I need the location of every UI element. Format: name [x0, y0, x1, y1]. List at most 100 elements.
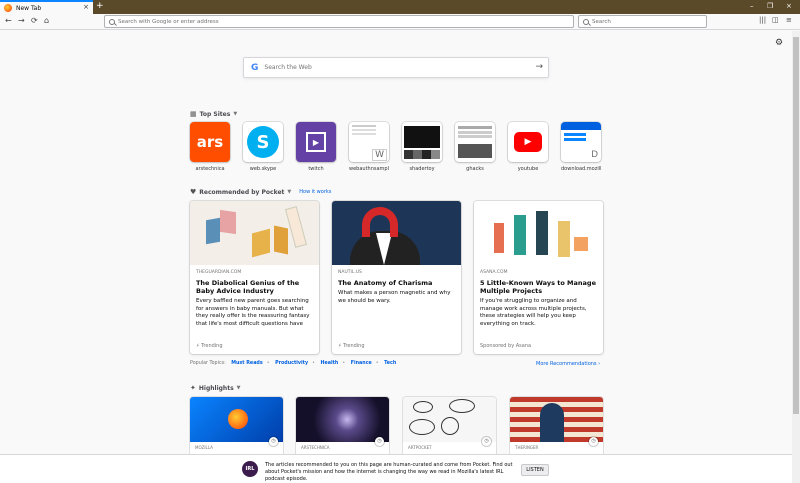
highlight-image	[403, 397, 496, 442]
how-it-works-link[interactable]: How it works	[299, 189, 331, 195]
clock-icon: ◷	[375, 437, 384, 446]
pocket-card[interactable]: NAUTIL.US The Anatomy of Charisma What m…	[332, 201, 461, 354]
top-site-shadertoy[interactable]: shadertoy	[402, 122, 457, 172]
search-bar[interactable]: Search	[578, 15, 707, 28]
minimize-button[interactable]: –	[750, 2, 754, 10]
topic-finance[interactable]: Finance	[351, 361, 372, 366]
search-icon	[109, 18, 115, 25]
top-site-download-mozilla[interactable]: D download.mozilla	[561, 122, 616, 172]
card-description: If you're struggling to organize and man…	[480, 298, 587, 327]
ghacks-image	[458, 144, 492, 158]
popular-topics-label: Popular Topics:	[190, 361, 226, 366]
tab-title: New Tab	[16, 4, 42, 12]
ars-logo: ars	[196, 133, 224, 151]
top-site-web-skype[interactable]: S web.skype	[243, 122, 298, 172]
speech-bubble	[413, 401, 433, 413]
top-site-ghacks[interactable]: ghacks	[455, 122, 510, 172]
chevron-down-icon: ▼	[236, 385, 241, 391]
youtube-play-glyph: ▶	[524, 137, 532, 147]
pocket-card[interactable]: THEGUARDIAN.COM The Diabolical Genius of…	[190, 201, 319, 354]
tab-new-tab[interactable]: New Tab ×	[0, 0, 93, 14]
card-image	[332, 201, 461, 265]
site-label: ghacks	[466, 166, 484, 172]
highlight-source: ARTPOCKET	[408, 445, 432, 450]
card-image	[190, 201, 319, 265]
home-button[interactable]: ⌂	[44, 16, 49, 25]
reload-button[interactable]: ⟳	[31, 16, 38, 25]
menu-icon[interactable]: ≡	[786, 16, 792, 24]
ghacks-thumbnail	[458, 126, 492, 129]
illustration-figure	[494, 223, 504, 253]
illustration-magnet	[362, 207, 398, 237]
topic-productivity[interactable]: Productivity	[275, 361, 308, 366]
card-context: ⚡ Trending	[338, 343, 365, 349]
highlight-source: THERINGER	[515, 445, 539, 450]
card-title: 5 Little-Known Ways to Manage Multiple P…	[480, 279, 596, 295]
site-label: download.mozilla	[561, 166, 601, 172]
site-tile: W	[349, 122, 389, 162]
clock-icon: ◷	[269, 437, 278, 446]
more-recommendations-link[interactable]: More Recommendations ›	[536, 361, 600, 367]
grid-icon: ▦	[190, 110, 197, 118]
site-label: youtube	[517, 166, 539, 172]
scrollbar[interactable]	[792, 31, 800, 483]
popular-topics: Popular Topics: Must Reads • Productivity…	[190, 361, 397, 366]
library-icon[interactable]: |||	[759, 16, 766, 24]
topic-tech[interactable]: Tech	[384, 361, 396, 366]
url-bar[interactable]: Search with Google or enter address	[104, 15, 574, 28]
maximize-button[interactable]: ❐	[767, 2, 773, 10]
scrollbar-thumb[interactable]	[793, 37, 799, 414]
illustration-book	[252, 228, 270, 258]
topic-must-reads[interactable]: Must Reads	[231, 361, 262, 366]
irl-snippet: IRL The articles recommended to you on t…	[0, 454, 792, 483]
top-sites-grid: ars arstechnica S web.skype ▶ twitch W w…	[190, 122, 610, 176]
forward-button[interactable]: →	[18, 16, 25, 25]
highlights-icon: ✦	[190, 384, 196, 392]
url-bar-placeholder: Search with Google or enter address	[118, 18, 219, 25]
site-label: shadertoy	[409, 166, 435, 172]
top-sites-title: Top Sites	[199, 110, 231, 118]
highlight-source: MOZILLA	[195, 445, 213, 450]
top-sites-header[interactable]: ▦ Top Sites ▼	[190, 110, 237, 118]
topic-health[interactable]: Health	[320, 361, 338, 366]
illustration-book	[274, 225, 288, 255]
close-window-button[interactable]: ×	[786, 2, 792, 10]
highlight-source: ARSTECHNICA	[301, 445, 330, 450]
top-site-webauthnsample[interactable]: W webauthnsample	[349, 122, 404, 172]
tab-close-icon[interactable]: ×	[83, 3, 89, 11]
firefox-icon	[4, 4, 12, 12]
page-thumbnail	[352, 125, 376, 127]
new-tab-button[interactable]: +	[96, 1, 104, 11]
highlight-image	[510, 397, 603, 442]
site-label: arstechnica	[195, 166, 225, 172]
highlight-image	[296, 397, 389, 442]
top-site-twitch[interactable]: ▶ twitch	[296, 122, 351, 172]
card-source: ASANA.COM	[480, 270, 508, 275]
search-submit-icon[interactable]: →	[535, 62, 543, 72]
illustration-figure	[514, 215, 526, 255]
back-button[interactable]: ←	[5, 16, 12, 25]
trending-icon: ⚡	[338, 343, 342, 349]
chevron-down-icon: ▼	[233, 111, 238, 117]
top-site-arstechnica[interactable]: ars arstechnica	[190, 122, 245, 172]
youtube-icon: ▶	[514, 132, 542, 152]
pocket-card[interactable]: ASANA.COM 5 Little-Known Ways to Manage …	[474, 201, 603, 354]
card-title: The Diabolical Genius of the Baby Advice…	[196, 279, 300, 295]
card-description: Every baffled new parent goes searching …	[196, 298, 310, 327]
web-search-box[interactable]: G Search the Web →	[243, 57, 549, 78]
gear-icon[interactable]: ⚙	[775, 38, 783, 48]
speech-bubble	[409, 419, 435, 435]
clock-icon: ◷	[482, 437, 491, 446]
sidebar-icon[interactable]: ◫	[772, 16, 779, 24]
site-label: webauthnsample	[349, 166, 389, 172]
card-context: ⚡ Trending	[196, 343, 223, 349]
illustration-figure	[558, 221, 570, 257]
card-description: What makes a person magnetic and why we …	[338, 290, 451, 304]
pocket-header[interactable]: ♥ Recommended by Pocket ▼ How it works	[190, 188, 331, 196]
face-drawing	[441, 417, 459, 435]
top-site-youtube[interactable]: ▶ youtube	[508, 122, 563, 172]
card-source: THEGUARDIAN.COM	[196, 270, 242, 275]
highlights-header[interactable]: ✦ Highlights ▼	[190, 384, 241, 392]
shadertoy-thumbnail	[404, 126, 440, 148]
listen-button[interactable]: LISTEN	[521, 464, 549, 476]
